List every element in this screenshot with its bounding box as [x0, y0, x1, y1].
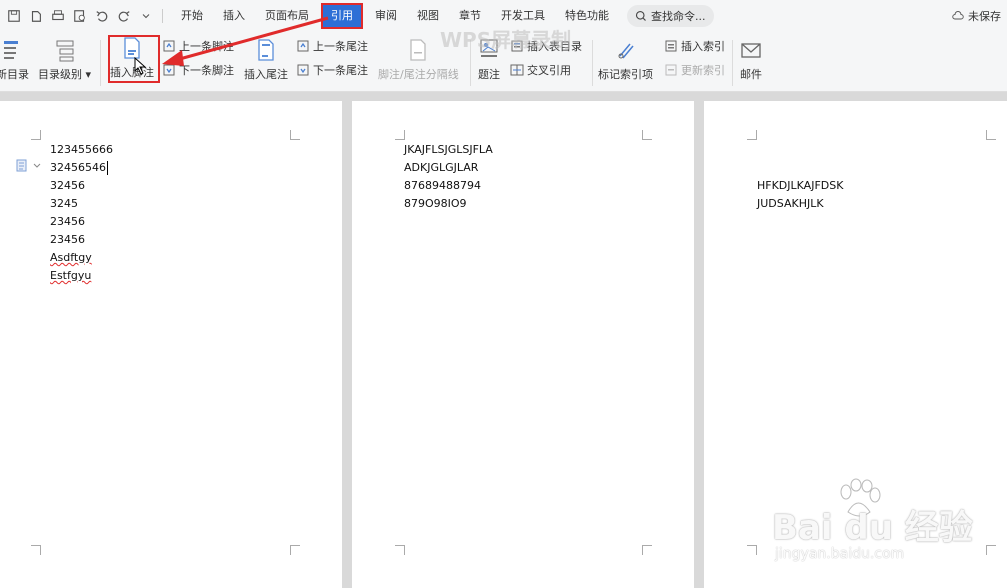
undo-icon[interactable] [94, 8, 110, 24]
tab-review[interactable]: 审阅 [365, 5, 407, 27]
mouse-pointer-icon [134, 57, 147, 75]
tab-start[interactable]: 开始 [171, 5, 213, 27]
margin-corner [642, 130, 652, 140]
cloud-icon [952, 11, 964, 20]
cross-reference-icon [510, 63, 524, 77]
ribbon-divider [100, 40, 101, 86]
text-line[interactable]: 32456546 [50, 159, 106, 177]
update-index-button[interactable]: 更新索引 [664, 62, 725, 78]
search-label: 查找命令... [651, 10, 706, 23]
margin-corner [290, 130, 300, 140]
save-status[interactable]: 未保存 [951, 8, 1001, 24]
margin-corner [290, 545, 300, 555]
prev-footnote-icon [162, 39, 176, 53]
text-line[interactable]: ADKJGLGJLAR [404, 159, 478, 177]
insert-endnote-button[interactable]: 插入尾注 [244, 38, 288, 82]
ribbon-divider [592, 40, 593, 86]
next-footnote-button[interactable]: 下一条脚注 [162, 62, 234, 78]
margin-corner [395, 130, 405, 140]
next-endnote-label: 下一条尾注 [313, 64, 368, 77]
margin-corner [747, 545, 757, 555]
mark-index-icon [615, 38, 637, 62]
tab-insert[interactable]: 插入 [213, 5, 255, 27]
toolbar-divider [162, 9, 163, 23]
mark-index-button[interactable]: 标记索引项 [598, 38, 653, 82]
update-index-label: 更新索引 [681, 64, 725, 77]
margin-corner [642, 545, 652, 555]
mail-icon [740, 38, 762, 62]
prev-endnote-label: 上一条尾注 [313, 40, 368, 53]
next-footnote-icon [162, 63, 176, 77]
toc-level-icon [54, 38, 76, 62]
update-index-icon [664, 63, 678, 77]
text-line[interactable]: HFKDJLKAJFDSK [757, 177, 843, 195]
update-toc-label: 新目录 [0, 68, 29, 81]
margin-corner [395, 545, 405, 555]
prev-endnote-button[interactable]: 上一条尾注 [296, 38, 368, 54]
print-icon[interactable] [50, 8, 66, 24]
customize-toolbar-icon[interactable] [138, 8, 154, 24]
toc-level-label: 目录级别 ▾ [38, 68, 92, 81]
text-line[interactable]: JKAJFLSJGLSJFLA [404, 141, 493, 159]
search-icon [635, 10, 646, 21]
text-caret [107, 161, 108, 175]
caption-label: 题注 [478, 68, 500, 81]
toc-level-button[interactable]: 目录级别 ▾ [38, 38, 91, 82]
text-line[interactable]: 879O98IO9 [404, 195, 467, 213]
text-line[interactable]: 23456 [50, 231, 85, 249]
page-2[interactable]: JKAJFLSJGLSJFLA ADKJGLGJLAR 87689488794 … [352, 101, 694, 588]
mark-index-label: 标记索引项 [598, 68, 653, 81]
tab-page-layout[interactable]: 页面布局 [255, 5, 319, 27]
cross-reference-label: 交叉引用 [527, 64, 571, 77]
mail-label: 邮件 [740, 68, 762, 81]
text-line[interactable]: Asdftgy [50, 249, 92, 267]
save-status-label: 未保存 [968, 10, 1001, 23]
mail-button[interactable]: 邮件 [740, 38, 762, 82]
text-line[interactable]: JUDSAKHJLK [757, 195, 824, 213]
text-line[interactable]: 3245 [50, 195, 78, 213]
next-endnote-icon [296, 63, 310, 77]
text-line[interactable]: 32456 [50, 177, 85, 195]
next-footnote-label: 下一条脚注 [179, 64, 234, 77]
text-line[interactable]: 23456 [50, 213, 85, 231]
margin-corner [31, 130, 41, 140]
baidu-url-watermark: jingyan.baidu.com [775, 546, 905, 562]
prev-footnote-button[interactable]: 上一条脚注 [162, 38, 234, 54]
update-toc-icon [2, 38, 24, 62]
prev-endnote-icon [296, 39, 310, 53]
insert-index-icon [664, 39, 678, 53]
print-preview-icon[interactable] [72, 8, 88, 24]
insert-index-button[interactable]: 插入索引 [664, 38, 725, 54]
insert-index-label: 插入索引 [681, 40, 725, 53]
separator-label: 脚注/尾注分隔线 [378, 68, 459, 81]
text-line[interactable]: 123455666 [50, 141, 113, 159]
update-toc-button[interactable]: 新目录 [0, 38, 29, 82]
save-icon[interactable] [6, 8, 22, 24]
margin-corner [31, 545, 41, 555]
separator-icon [407, 38, 429, 62]
baidu-watermark: Bai du 经验 [772, 508, 973, 548]
tab-references[interactable]: 引用 [321, 3, 363, 29]
margin-corner [986, 130, 996, 140]
paragraph-handle-icon[interactable] [16, 159, 42, 173]
ribbon-divider [732, 40, 733, 86]
command-search[interactable]: 查找命令... [627, 5, 714, 27]
prev-footnote-label: 上一条脚注 [179, 40, 234, 53]
text-line[interactable]: 87689488794 [404, 177, 481, 195]
wps-watermark: WPS屏幕录制 [440, 28, 572, 52]
insert-endnote-label: 插入尾注 [244, 68, 288, 81]
next-endnote-button[interactable]: 下一条尾注 [296, 62, 368, 78]
export-pdf-icon[interactable] [28, 8, 44, 24]
page-1[interactable]: 123455666 32456546 32456 3245 23456 2345… [0, 101, 342, 588]
redo-icon[interactable] [116, 8, 132, 24]
cross-reference-button[interactable]: 交叉引用 [510, 62, 571, 78]
margin-corner [986, 545, 996, 555]
insert-endnote-icon [255, 38, 277, 62]
margin-corner [747, 130, 757, 140]
text-line[interactable]: Estfgyu [50, 267, 91, 285]
